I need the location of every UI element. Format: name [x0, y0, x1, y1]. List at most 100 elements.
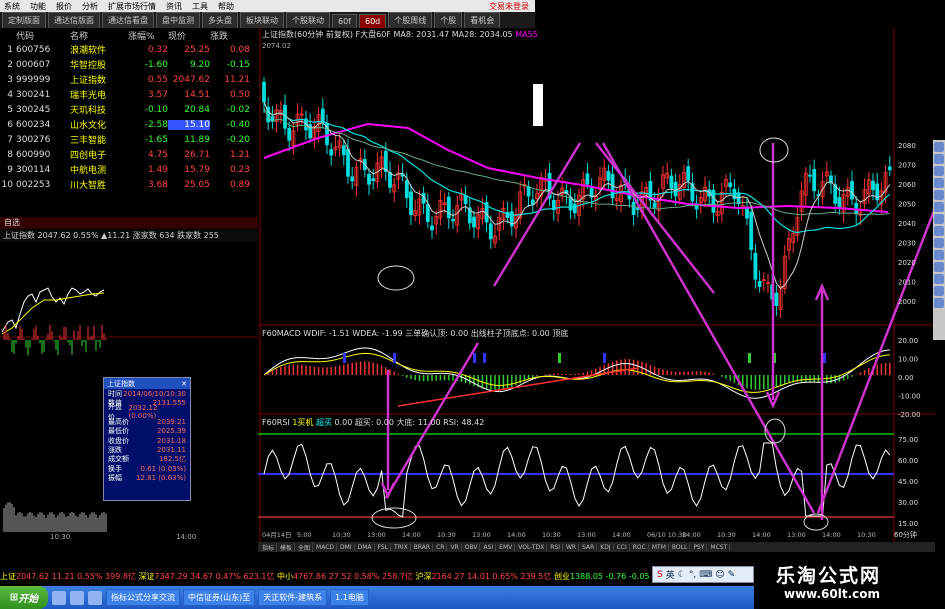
stock-name: 中航电测	[70, 166, 107, 176]
indicator-tab[interactable]: 全图	[296, 542, 314, 552]
indicator-tab[interactable]: ASI	[481, 543, 497, 551]
tool-icon[interactable]	[934, 178, 944, 188]
tool-icon[interactable]	[934, 166, 944, 176]
taskbar-window-button[interactable]: 中信证券(山东)至	[183, 589, 256, 606]
indicator-tab[interactable]: SAR	[580, 543, 598, 551]
indicator-tab[interactable]: 模板	[278, 542, 296, 552]
media-icon[interactable]	[88, 590, 102, 605]
table-row[interactable]: 1 600756 浪潮软件 0.32 25.25 0.08	[0, 42, 258, 57]
column-header[interactable]: 涨跌	[210, 29, 250, 42]
indicator-tab[interactable]: VR	[448, 543, 462, 551]
indicator-tab[interactable]: OBV	[463, 543, 481, 551]
layout-tab[interactable]: 通达信版面	[48, 12, 100, 28]
tool-icon[interactable]	[934, 154, 944, 164]
tool-icon[interactable]	[934, 226, 944, 236]
taskbar-window-button[interactable]: 指标公式分享交流	[106, 589, 180, 606]
indicator-tab[interactable]: MCST	[708, 543, 731, 551]
indicator-tab[interactable]: MTM	[650, 543, 669, 551]
menu-item[interactable]: 报价	[56, 1, 72, 12]
menu-item[interactable]: 资讯	[166, 1, 182, 12]
layout-tab[interactable]: 看机会	[464, 12, 501, 28]
moon-icon[interactable]: ☾	[678, 570, 686, 580]
period-label[interactable]: 60分钟	[894, 530, 917, 539]
table-row[interactable]: 5 300245 天玑科技 -0.10 20.84 -0.02	[0, 102, 258, 117]
main-kline-chart[interactable]: 2080 2070 2060 2050 2040 2030 2020 2010 2000 20.0…	[258, 28, 935, 542]
indicator-tab[interactable]: ROC	[631, 543, 649, 551]
chart-top-value: 2074.02	[262, 42, 291, 50]
indicator-tab[interactable]: TRIX	[392, 543, 411, 551]
taskbar-window-button[interactable]: 天正软件-建筑系	[258, 589, 328, 606]
indicator-tab[interactable]: MACD	[314, 543, 338, 551]
close-icon[interactable]: ✕	[181, 380, 187, 388]
indicator-tab[interactable]: 指标	[260, 542, 278, 552]
price-change: 0.23	[229, 164, 250, 175]
column-header[interactable]: 涨幅%	[128, 29, 168, 42]
tool-icon[interactable]	[934, 274, 944, 284]
ime-toolbar[interactable]: S 英 ☾ °, ⌨ ☺ ✎	[652, 566, 754, 583]
indicator-tab[interactable]: VOL-TDX	[516, 543, 548, 551]
tool-icon[interactable]	[934, 262, 944, 272]
tool-icon[interactable]	[934, 190, 944, 200]
tool-icon[interactable]	[934, 286, 944, 296]
start-button[interactable]: ⊞ 开始	[0, 586, 48, 609]
table-row[interactable]: 2 000607 华智控股 -1.60 9.20 -0.15	[0, 57, 258, 72]
popup-row: 开盘价 2032.12 (0.00%)	[104, 403, 190, 421]
punctuation-icon[interactable]: °,	[689, 570, 696, 580]
tool-icon[interactable]	[934, 250, 944, 260]
layout-tab[interactable]: 60f	[332, 14, 357, 28]
indicator-tab[interactable]: DMI	[338, 543, 355, 551]
overlay-occlusion	[533, 84, 543, 126]
tool-icon[interactable]	[934, 298, 944, 308]
table-row[interactable]: 4 300241 瑞丰光电 3.57 14.51 0.50	[0, 87, 258, 102]
indicator-tab[interactable]: PSY	[691, 543, 708, 551]
layout-tab[interactable]: 通达信看盘	[102, 12, 154, 28]
menu-item[interactable]: 帮助	[218, 1, 234, 12]
indicator-tab[interactable]: BOLL	[670, 543, 691, 551]
layout-tab[interactable]: 个股	[434, 12, 463, 28]
indicator-tab[interactable]: RSI	[548, 543, 563, 551]
indicator-tab[interactable]: EMV	[497, 543, 516, 551]
layout-tab[interactable]: 盘中监测	[156, 12, 200, 28]
layout-tab[interactable]: 定制版面	[2, 12, 46, 28]
table-row[interactable]: 10 002253 川大智胜 3.68 25.05 0.89	[0, 177, 258, 192]
indicator-tab[interactable]: BRAR	[412, 543, 434, 551]
layout-tab[interactable]: 板块联动	[240, 12, 284, 28]
wrench-icon[interactable]: ✎	[728, 570, 736, 580]
tool-icon[interactable]	[934, 202, 944, 212]
bar-info-popup[interactable]: 上证指数 ✕ 时间 2014/06/10/10:30 数值 2131.555 开盘价 20…	[103, 377, 191, 501]
tool-icon[interactable]	[934, 214, 944, 224]
ime-lang-label[interactable]: 英	[666, 568, 675, 581]
table-row[interactable]: 3 999999 上证指数 0.55 2047.62 11.21	[0, 72, 258, 87]
keyboard-icon[interactable]: ⌨	[699, 570, 712, 580]
indicator-tab[interactable]: FSL	[376, 543, 392, 551]
indicator-tab[interactable]: CCI	[615, 543, 630, 551]
indicator-tab[interactable]: WR	[564, 543, 580, 551]
indicator-tab[interactable]: KDJ	[598, 543, 614, 551]
layout-tab[interactable]: 多头盘	[202, 12, 238, 28]
folder-icon[interactable]	[70, 590, 84, 605]
table-row[interactable]: 9 300114 中航电测 1.49 15.79 0.23	[0, 162, 258, 177]
watchlist-strip[interactable]: 自选	[0, 217, 258, 229]
tool-icon[interactable]	[934, 142, 944, 152]
table-row[interactable]: 7 300276 三丰智能 -1.65 11.89 -0.20	[0, 132, 258, 147]
column-header[interactable]: 代码	[16, 29, 70, 42]
taskbar-window-button[interactable]: 1.1电脑	[330, 589, 369, 606]
menu-item[interactable]: 工具	[192, 1, 208, 12]
tool-icon[interactable]	[934, 238, 944, 248]
indicator-tab[interactable]: CR	[434, 543, 448, 551]
table-row[interactable]: 6 600234 山水文化 -2.58 15.10 -0.40	[0, 117, 258, 132]
menu-item[interactable]: 系统	[4, 1, 20, 12]
column-header[interactable]: 名称	[70, 29, 128, 42]
indicator-tab[interactable]: DMA	[356, 543, 375, 551]
trade-status[interactable]: 交易未登录	[489, 1, 529, 12]
ie-icon[interactable]	[52, 590, 66, 605]
layout-tab[interactable]: 个股联动	[286, 12, 330, 28]
layout-tab[interactable]: 60d	[359, 14, 387, 28]
layout-tab[interactable]: 个股周线	[388, 12, 433, 28]
user-icon[interactable]: ☺	[715, 570, 724, 580]
menu-item[interactable]: 功能	[30, 1, 46, 12]
column-header[interactable]: 现价	[168, 29, 210, 42]
menu-item[interactable]: 扩展市场行情	[108, 1, 156, 12]
table-row[interactable]: 8 600990 四创电子 4.75 26.71 1.21	[0, 147, 258, 162]
menu-item[interactable]: 分析	[82, 1, 98, 12]
